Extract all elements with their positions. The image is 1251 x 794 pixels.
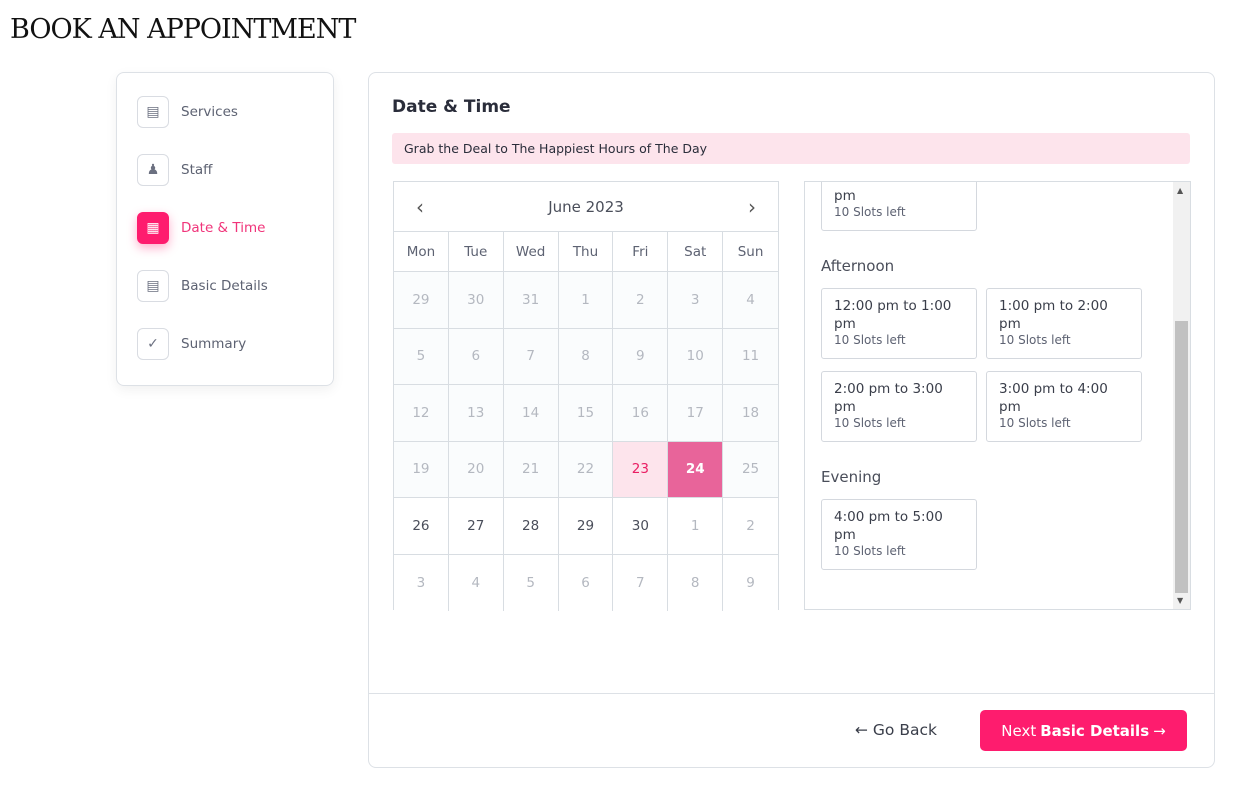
calendar-day[interactable]: 3 bbox=[394, 554, 449, 611]
calendar-day[interactable]: 21 bbox=[503, 441, 559, 498]
weekday-header: Wed bbox=[503, 232, 559, 272]
main-card: Date & Time Grab the Deal to The Happies… bbox=[368, 72, 1215, 768]
calendar: ‹ June 2023 › Mon Tue Wed Thu Fri Sat Sun 29 30… bbox=[393, 181, 779, 611]
weekday-header: Sat bbox=[668, 232, 724, 272]
calendar-day[interactable]: 1 bbox=[668, 498, 724, 555]
calendar-day[interactable]: 7 bbox=[613, 554, 669, 611]
afternoon-label: Afternoon bbox=[821, 257, 895, 275]
server-icon: ▤ bbox=[137, 96, 169, 128]
promo-banner: Grab the Deal to The Happiest Hours of T… bbox=[392, 133, 1190, 164]
calendar-day[interactable]: 8 bbox=[558, 328, 614, 385]
calendar-day[interactable]: 20 bbox=[448, 441, 504, 498]
calendar-day[interactable]: 8 bbox=[668, 554, 724, 611]
next-month-icon[interactable]: › bbox=[748, 195, 756, 219]
calendar-icon: ▦ bbox=[137, 212, 169, 244]
weekday-header: Fri bbox=[613, 232, 669, 272]
calendar-day[interactable]: 30 bbox=[448, 272, 504, 329]
calendar-day[interactable]: 17 bbox=[668, 385, 724, 442]
scrollbar-thumb[interactable] bbox=[1175, 321, 1188, 593]
step-basic-details[interactable]: ▤ Basic Details bbox=[137, 270, 268, 302]
calendar-day[interactable]: 7 bbox=[503, 328, 559, 385]
calendar-day[interactable]: 16 bbox=[613, 385, 669, 442]
step-date-time[interactable]: ▦ Date & Time bbox=[137, 212, 265, 244]
time-slots-panel[interactable]: 11:00 am to 12:00 pm10 Slots left Afterno… bbox=[804, 181, 1191, 610]
calendar-day[interactable]: 29 bbox=[558, 498, 614, 555]
weekday-header: Tue bbox=[448, 232, 504, 272]
calendar-day[interactable]: 28 bbox=[503, 498, 559, 555]
calendar-day[interactable]: 26 bbox=[394, 498, 449, 555]
time-slot[interactable]: 3:00 pm to 4:00 pm 10 Slots left bbox=[986, 371, 1142, 442]
calendar-week: 26 27 28 29 30 1 2 bbox=[394, 498, 778, 555]
go-back-button[interactable]: ← Go Back bbox=[855, 721, 937, 739]
calendar-day[interactable]: 9 bbox=[723, 554, 778, 611]
scroll-down-icon[interactable]: ▼ bbox=[1177, 596, 1183, 605]
calendar-day[interactable]: 3 bbox=[668, 272, 724, 329]
calendar-month: June 2023 bbox=[548, 197, 624, 216]
weekday-header: Mon bbox=[394, 232, 449, 272]
calendar-day[interactable]: 1 bbox=[558, 272, 614, 329]
calendar-day[interactable]: 19 bbox=[394, 441, 449, 498]
step-staff[interactable]: ♟ Staff bbox=[137, 154, 212, 186]
weekday-header: Sun bbox=[723, 232, 778, 272]
page-title: BOOK AN APPOINTMENT bbox=[10, 14, 356, 45]
calendar-day[interactable]: 5 bbox=[394, 328, 449, 385]
time-slot[interactable]: 12:00 pm to 1:00 pm 10 Slots left bbox=[821, 288, 977, 359]
step-services[interactable]: ▤ Services bbox=[137, 96, 238, 128]
time-slot[interactable]: 11:00 am to 12:00 pm10 Slots left bbox=[821, 182, 977, 231]
arrow-left-icon: ← bbox=[855, 721, 873, 739]
clipboard-check-icon: ✓ bbox=[137, 328, 169, 360]
calendar-day[interactable]: 6 bbox=[558, 554, 614, 611]
calendar-day[interactable]: 6 bbox=[448, 328, 504, 385]
calendar-day[interactable]: 14 bbox=[503, 385, 559, 442]
people-icon: ♟ bbox=[137, 154, 169, 186]
step-summary[interactable]: ✓ Summary bbox=[137, 328, 246, 360]
arrow-right-icon: → bbox=[1153, 721, 1166, 740]
calendar-day[interactable]: 4 bbox=[448, 554, 504, 611]
time-slot[interactable]: 4:00 pm to 5:00 pm 10 Slots left bbox=[821, 499, 977, 570]
calendar-day[interactable]: 2 bbox=[723, 498, 778, 555]
document-icon: ▤ bbox=[137, 270, 169, 302]
calendar-day[interactable]: 25 bbox=[723, 441, 778, 498]
footer-divider bbox=[369, 693, 1214, 694]
time-slot[interactable]: 1:00 pm to 2:00 pm 10 Slots left bbox=[986, 288, 1142, 359]
calendar-day[interactable]: 30 bbox=[613, 498, 669, 555]
calendar-day[interactable]: 24 bbox=[668, 441, 724, 498]
scroll-up-icon[interactable]: ▲ bbox=[1177, 186, 1183, 195]
weekday-header: Thu bbox=[558, 232, 614, 272]
calendar-day[interactable]: 10 bbox=[668, 328, 724, 385]
calendar-day[interactable]: 15 bbox=[558, 385, 614, 442]
calendar-week: 5 6 7 8 9 10 11 bbox=[394, 328, 778, 385]
calendar-day[interactable]: 29 bbox=[394, 272, 449, 329]
prev-month-icon[interactable]: ‹ bbox=[416, 195, 424, 219]
calendar-day[interactable]: 31 bbox=[503, 272, 559, 329]
section-heading: Date & Time bbox=[392, 97, 511, 117]
calendar-day[interactable]: 18 bbox=[723, 385, 778, 442]
time-slot[interactable]: 2:00 pm to 3:00 pm 10 Slots left bbox=[821, 371, 977, 442]
calendar-day[interactable]: 4 bbox=[723, 272, 778, 329]
calendar-week: 19 20 21 22 23 24 25 bbox=[394, 441, 778, 498]
calendar-day[interactable]: 23 bbox=[613, 441, 669, 498]
calendar-day[interactable]: 9 bbox=[613, 328, 669, 385]
calendar-day[interactable]: 13 bbox=[448, 385, 504, 442]
calendar-day[interactable]: 12 bbox=[394, 385, 449, 442]
calendar-day[interactable]: 11 bbox=[723, 328, 778, 385]
steps-sidebar: ▤ Services ♟ Staff ▦ Date & Time ▤ Basic Detail… bbox=[116, 72, 334, 386]
evening-label: Evening bbox=[821, 468, 882, 486]
calendar-week: 29 30 31 1 2 3 4 bbox=[394, 272, 778, 329]
calendar-day[interactable]: 2 bbox=[613, 272, 669, 329]
calendar-week: 12 13 14 15 16 17 18 bbox=[394, 385, 778, 442]
calendar-day[interactable]: 27 bbox=[448, 498, 504, 555]
next-button[interactable]: Next Basic Details → bbox=[980, 710, 1187, 751]
calendar-day[interactable]: 22 bbox=[558, 441, 614, 498]
calendar-week: 3456789 bbox=[394, 554, 778, 611]
calendar-day[interactable]: 5 bbox=[503, 554, 559, 611]
scrollbar[interactable]: ▲ ▼ bbox=[1173, 182, 1190, 609]
